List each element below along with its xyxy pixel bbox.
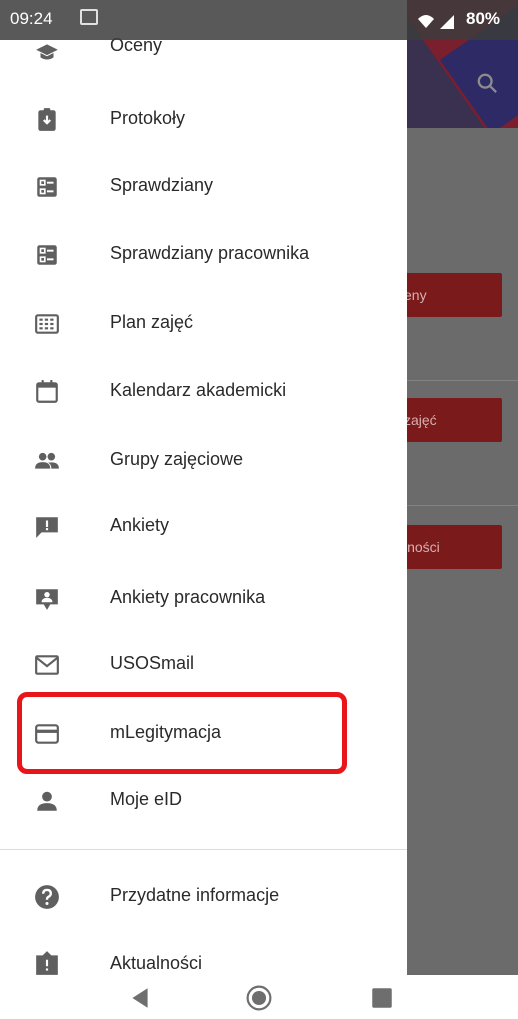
menu-label: Aktualności [110,953,203,973]
drawer-divider [0,849,407,850]
menu-label: Protokoły [110,108,186,128]
checklist-icon [37,245,57,265]
calendar-icon [36,380,58,403]
menu-item-sprawdziany[interactable]: Sprawdziany [0,152,407,220]
menu-label: Moje eID [110,789,183,809]
highlight-box [17,692,347,774]
home-icon[interactable] [246,985,272,1011]
search-icon [477,73,497,93]
person-icon [37,791,57,811]
mail-icon [35,655,59,675]
menu-item-protokoly[interactable]: Protokoły [0,85,407,153]
navigation-drawer: Oceny Protokoły Sprawdziany Sprawdziany … [0,0,407,975]
menu-label: Plan zajęć [110,312,194,332]
menu-label: Kalendarz akademicki [110,380,287,400]
navigation-bar [0,975,518,1019]
help-icon [35,885,59,909]
menu-label: Przydatne informacje [110,885,280,905]
menu-label: Grupy zajęciowe [110,449,244,469]
person-feedback-icon [36,589,58,610]
news-icon [36,951,58,975]
menu-item-plan-zajec[interactable]: Plan zajęć [0,289,407,357]
clipboard-download-icon [38,108,56,131]
background-divider [405,505,518,506]
menu-label: Sprawdziany [110,175,214,195]
menu-label: Ankiety pracownika [110,587,266,607]
status-bar: 09:24 80% [0,0,518,40]
signal-icons [418,15,454,29]
menu-item-sprawdziany-pracownika[interactable]: Sprawdziany pracownika [0,220,407,288]
menu-label: Sprawdziany pracownika [110,243,310,263]
menu-item-kalendarz-akademicki[interactable]: Kalendarz akademicki [0,357,407,425]
menu-label: Ankiety [110,515,170,535]
menu-label: USOSmail [110,653,195,673]
menu-item-usosmail[interactable]: USOSmail [0,630,407,698]
menu-item-ankiety[interactable]: Ankiety [0,492,407,560]
people-icon [35,452,59,469]
timetable-icon [35,314,59,334]
back-icon[interactable] [127,985,153,1011]
background-divider [405,380,518,381]
menu-item-moje-eid[interactable]: Moje eID [0,766,407,834]
menu-item-przydatne-informacje[interactable]: Przydatne informacje [0,862,407,930]
menu-item-ankiety-pracownika[interactable]: Ankiety pracownika [0,564,407,632]
feedback-icon [36,517,58,538]
recents-icon[interactable] [369,985,395,1011]
menu-item-aktualnosci[interactable]: Aktualności [0,930,407,975]
school-icon [36,44,58,60]
checklist-icon [37,177,57,197]
menu-item-grupy-zajeciowe[interactable]: Grupy zajęciowe [0,426,407,494]
status-time: 09:24 [10,9,53,28]
battery-indicator: 80% [466,9,501,28]
notification-icon [80,9,98,25]
